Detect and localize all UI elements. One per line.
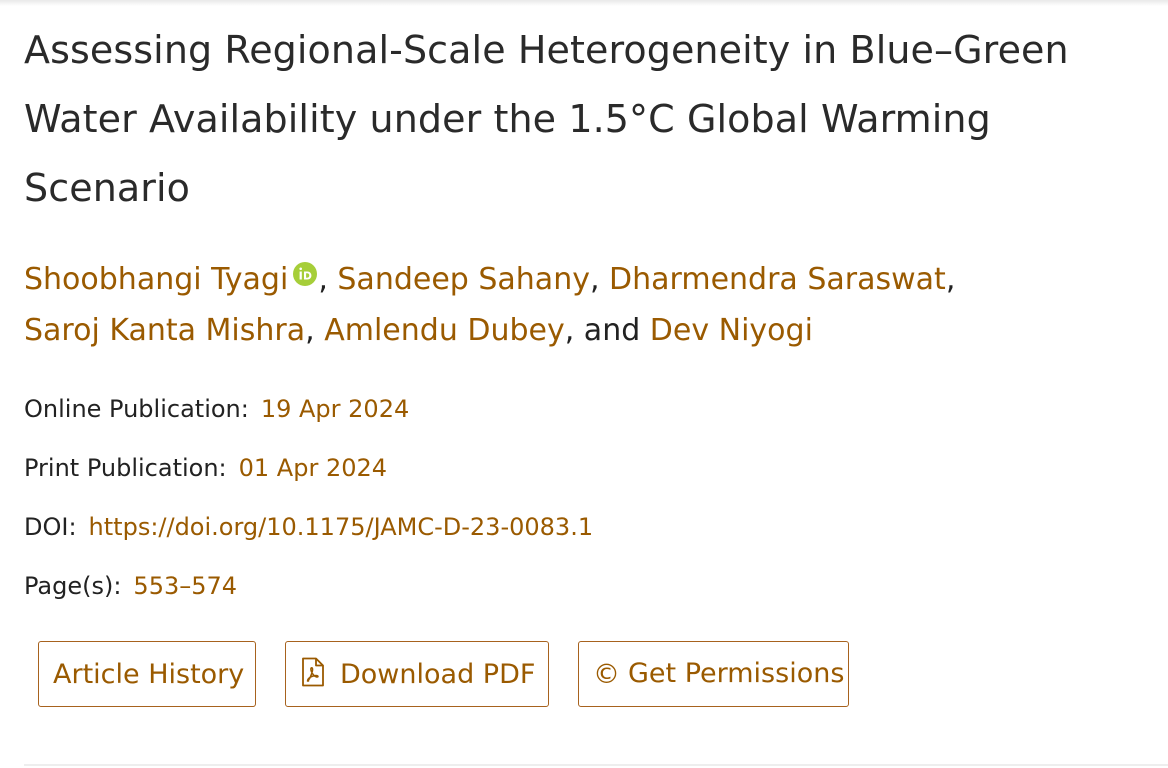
author-separator: , bbox=[318, 262, 338, 297]
orcid-icon[interactable] bbox=[292, 261, 318, 287]
print-publication-date: 01 Apr 2024 bbox=[238, 454, 388, 482]
copyright-icon: © bbox=[593, 659, 620, 690]
pages-label: Page(s): bbox=[24, 572, 122, 600]
get-permissions-label: Get Permissions bbox=[628, 658, 845, 689]
online-publication-row: Online Publication: 19 Apr 2024 bbox=[24, 393, 409, 425]
download-pdf-label: Download PDF bbox=[340, 658, 536, 690]
download-pdf-button[interactable]: Download PDF bbox=[285, 641, 549, 707]
doi-label: DOI: bbox=[24, 513, 77, 541]
print-publication-row: Print Publication: 01 Apr 2024 bbox=[24, 452, 387, 484]
divider bbox=[24, 764, 1168, 766]
pages-row: Page(s): 553–574 bbox=[24, 570, 237, 602]
article-history-label: Article History bbox=[53, 658, 245, 690]
author-link[interactable]: Dharmendra Saraswat bbox=[609, 262, 946, 297]
article-history-button[interactable]: Article History bbox=[38, 641, 256, 707]
author-separator: , bbox=[945, 262, 956, 297]
author-link[interactable]: Dev Niyogi bbox=[650, 313, 813, 348]
article-title: Assessing Regional-Scale Heterogeneity i… bbox=[24, 28, 1069, 210]
get-permissions-button[interactable]: © Get Permissions bbox=[578, 641, 849, 707]
author-separator: , bbox=[589, 262, 610, 297]
top-shadow bbox=[0, 0, 1168, 6]
author-link[interactable]: Saroj Kanta Mishra bbox=[24, 313, 305, 348]
author-separator: , and bbox=[564, 313, 650, 348]
author-list: Shoobhangi Tyagi, Sandeep Sahany, Dharme… bbox=[24, 254, 1144, 356]
doi-link[interactable]: https://doi.org/10.1175/JAMC-D-23-0083.1 bbox=[89, 513, 594, 541]
pdf-file-icon bbox=[302, 657, 324, 687]
author-separator: , bbox=[305, 313, 325, 348]
online-publication-label: Online Publication: bbox=[24, 395, 249, 423]
online-publication-date: 19 Apr 2024 bbox=[260, 395, 410, 423]
print-publication-label: Print Publication: bbox=[24, 454, 227, 482]
doi-row: DOI: https://doi.org/10.1175/JAMC-D-23-00… bbox=[24, 511, 593, 543]
author-link[interactable]: Amlendu Dubey bbox=[324, 313, 565, 348]
author-link[interactable]: Sandeep Sahany bbox=[337, 262, 590, 297]
author-link[interactable]: Shoobhangi Tyagi bbox=[24, 262, 288, 297]
pages-value: 553–574 bbox=[133, 572, 238, 600]
